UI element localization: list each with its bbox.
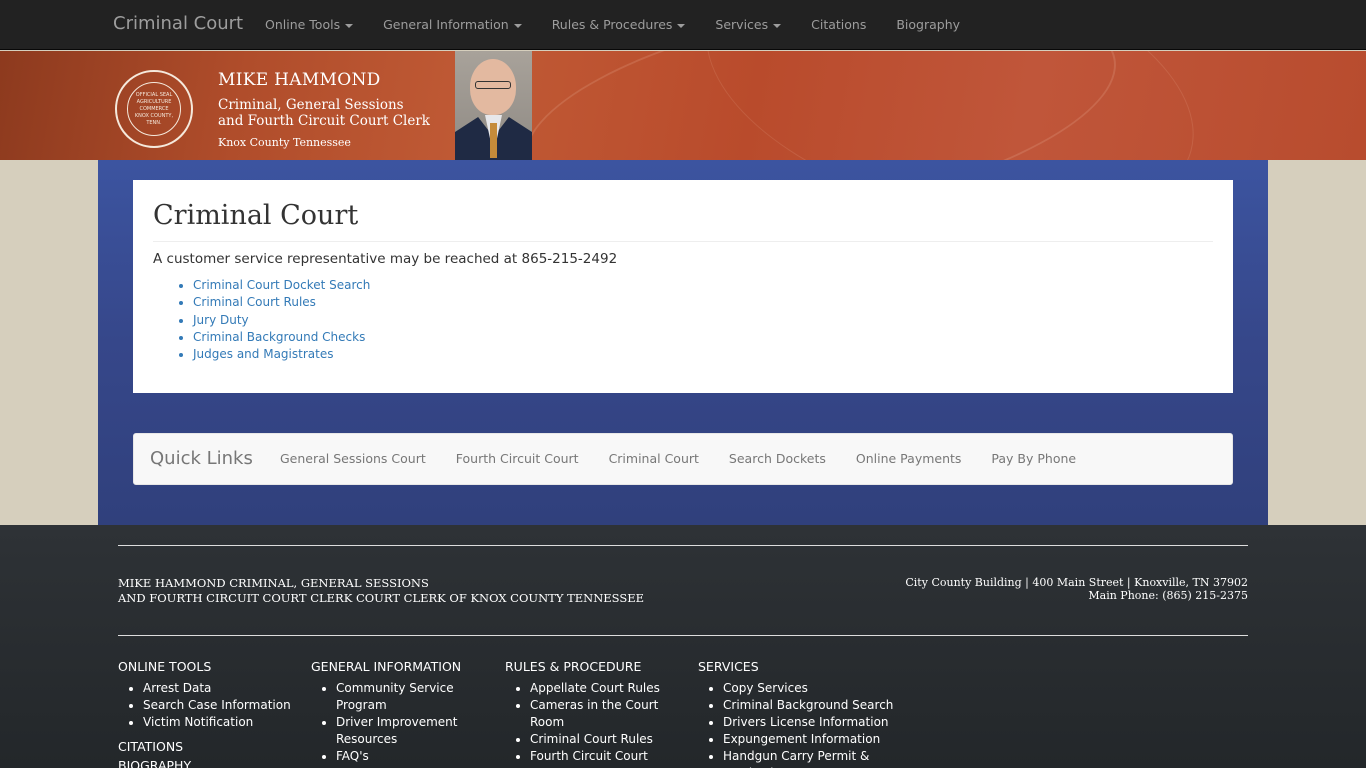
navbar-brand[interactable]: Criminal Court [113,13,243,34]
footer-link[interactable]: Handgun Carry Permit & Purchasing [723,748,938,768]
chevron-down-icon [345,23,354,28]
footer-col-heading[interactable]: RULES & PROCEDURE [505,659,695,674]
quick-links-list: General Sessions Court Fourth Circuit Co… [265,434,1091,484]
clerk-title: Criminal, General Sessions and Fourth Ci… [218,97,458,129]
chevron-down-icon [513,23,522,28]
link-court-rules[interactable]: Criminal Court Rules [193,295,316,309]
clerk-title-line-2: and Fourth Circuit Court Clerk [218,113,430,129]
top-navbar: Criminal Court Online Tools General Info… [0,0,1366,50]
footer-link[interactable]: Criminal Background Search [723,697,938,714]
footer-link[interactable]: Driver Improvement Resources [336,714,466,748]
clerk-title-line-1: Criminal, General Sessions [218,97,404,113]
quick-links-bar: Quick Links General Sessions Court Fourt… [133,433,1233,485]
main-wrap: Criminal Court A customer service repres… [98,160,1268,525]
footer-address: City County Building | 400 Main Street |… [905,576,1248,589]
quick-link-general-sessions[interactable]: General Sessions Court [265,434,441,484]
footer-link[interactable]: Expungement Information [723,731,938,748]
link-background-checks[interactable]: Criminal Background Checks [193,330,365,344]
footer-link[interactable]: Search Case Information [143,697,308,714]
footer-citations-link[interactable]: CITATIONS [118,739,308,754]
footer-link[interactable]: Copy Services [723,680,938,697]
list-item: Jury Duty [193,312,370,329]
nav-online-tools[interactable]: Online Tools [250,0,368,50]
footer-link[interactable]: Community Service Program [336,680,466,714]
county-seal-logo: OFFICIAL SEAL AGRICULTURE COMMERCE KNOX … [115,70,193,148]
footer-biography-link[interactable]: BIOGRAPHY [118,758,308,768]
nav-citations[interactable]: Citations [796,0,881,50]
clerk-name: MIKE HAMMOND [218,70,381,90]
quick-link-fourth-circuit[interactable]: Fourth Circuit Court [441,434,594,484]
quick-link-pay-by-phone[interactable]: Pay By Phone [976,434,1091,484]
clerk-county: Knox County Tennessee [218,136,351,149]
quick-link-criminal-court[interactable]: Criminal Court [594,434,714,484]
footer-link[interactable]: Fourth Circuit Court [530,748,695,765]
footer-link[interactable]: FAQ's [336,748,501,765]
footer-col-heading[interactable]: ONLINE TOOLS [118,659,308,674]
footer-link[interactable]: Arrest Data [143,680,308,697]
seal-text-bottom: KNOX COUNTY, TENN. [134,112,174,126]
footer-col-rules-procedure: RULES & PROCEDURE Appellate Court Rules … [505,659,695,765]
service-text: A customer service representative may be… [153,251,618,267]
title-divider [153,241,1213,242]
portrait-tie [490,123,497,158]
content-panel: Criminal Court A customer service repres… [133,180,1233,393]
header-banner: OFFICIAL SEAL AGRICULTURE COMMERCE KNOX … [0,51,1366,160]
footer-link[interactable]: Drivers License Information [723,714,938,731]
link-docket-search[interactable]: Criminal Court Docket Search [193,278,370,292]
nav-services[interactable]: Services [700,0,796,50]
footer-phone: Main Phone: (865) 215-2375 [1088,589,1248,602]
list-item: Criminal Court Docket Search [193,277,370,294]
footer: MIKE HAMMOND CRIMINAL, GENERAL SESSIONS … [0,525,1366,768]
seal-text-top: OFFICIAL SEAL [135,91,173,98]
chevron-down-icon [677,23,686,28]
footer-col-heading[interactable]: GENERAL INFORMATION [311,659,501,674]
footer-contact: City County Building | 400 Main Street |… [905,576,1248,602]
footer-link[interactable]: Criminal Court Rules [530,731,695,748]
main-nav: Online Tools General Information Rules &… [250,0,975,50]
chevron-down-icon [773,23,782,28]
court-links-list: Criminal Court Docket Search Criminal Co… [193,277,370,363]
footer-divider [118,545,1248,546]
quick-link-search-dockets[interactable]: Search Dockets [714,434,841,484]
footer-link[interactable]: Cameras in the Court Room [530,697,660,731]
quick-link-online-payments[interactable]: Online Payments [841,434,977,484]
footer-link[interactable]: Appellate Court Rules [530,680,695,697]
list-item: Criminal Background Checks [193,329,370,346]
nav-rules-procedures[interactable]: Rules & Procedures [537,0,701,50]
list-item: Judges and Magistrates [193,346,370,363]
footer-col-general-information: GENERAL INFORMATION Community Service Pr… [311,659,501,765]
seal-text-commerce: COMMERCE [139,105,169,112]
footer-office-name: MIKE HAMMOND CRIMINAL, GENERAL SESSIONS … [118,576,644,606]
footer-link[interactable]: Victim Notification [143,714,308,731]
seal-text-agriculture: AGRICULTURE [136,98,172,105]
footer-col-heading[interactable]: SERVICES [698,659,938,674]
quick-links-title: Quick Links [150,448,253,469]
portrait-glasses [475,81,511,89]
footer-office-line-2: AND FOURTH CIRCUIT COURT CLERK COURT CLE… [118,591,645,605]
footer-col-services: SERVICES Copy Services Criminal Backgrou… [698,659,938,768]
footer-col-online-tools: ONLINE TOOLS Arrest Data Search Case Inf… [118,659,308,768]
link-jury-duty[interactable]: Jury Duty [193,313,249,327]
footer-office-line-1: MIKE HAMMOND CRIMINAL, GENERAL SESSIONS [118,576,429,590]
clerk-portrait-photo [455,51,532,160]
nav-biography[interactable]: Biography [881,0,975,50]
list-item: Criminal Court Rules [193,294,370,311]
nav-general-information[interactable]: General Information [368,0,537,50]
page-title: Criminal Court [153,200,359,231]
seal-inner-ring: OFFICIAL SEAL AGRICULTURE COMMERCE KNOX … [127,82,181,136]
footer-divider [118,635,1248,636]
link-judges-magistrates[interactable]: Judges and Magistrates [193,347,333,361]
